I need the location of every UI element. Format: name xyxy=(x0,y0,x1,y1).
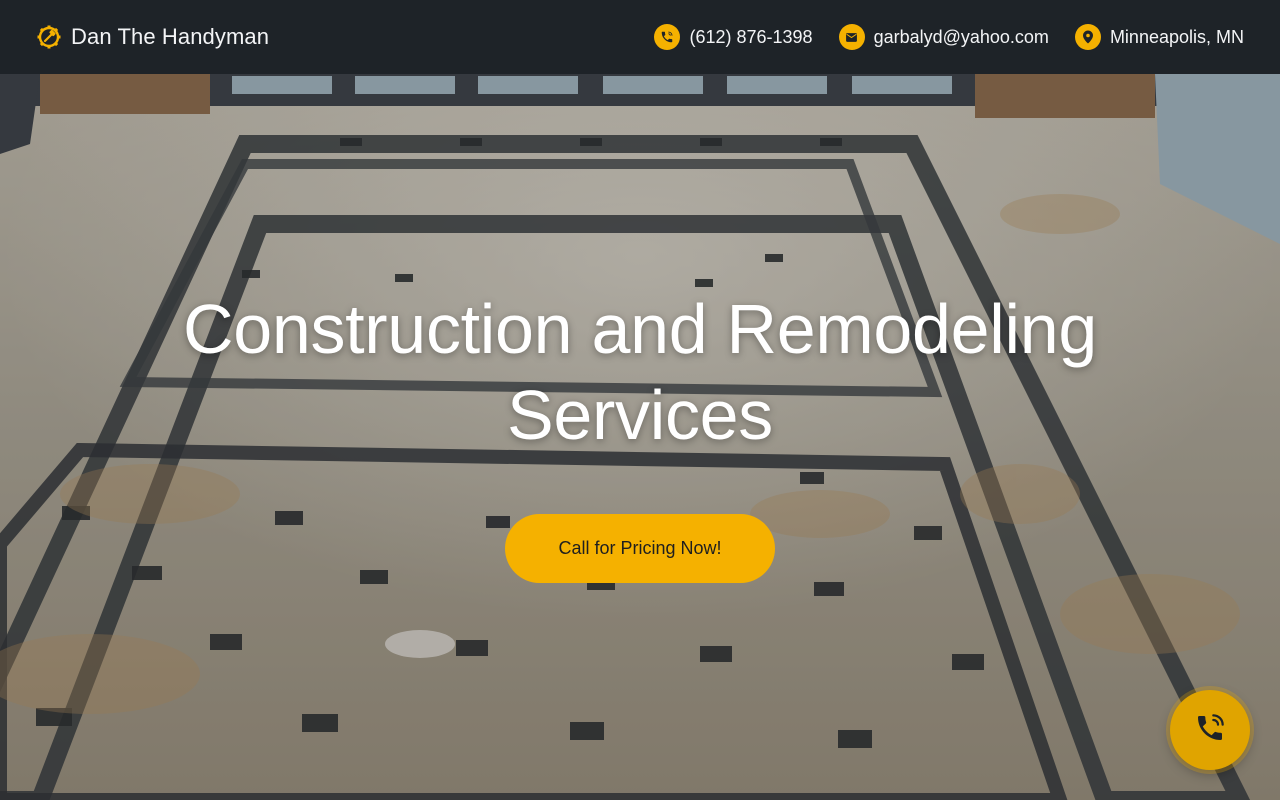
location-text: Minneapolis, MN xyxy=(1109,26,1244,47)
map-pin-icon xyxy=(1074,24,1101,50)
location-link[interactable]: Minneapolis, MN xyxy=(1074,24,1244,50)
floating-call-button[interactable] xyxy=(1170,690,1250,770)
phone-number: (612) 876-1398 xyxy=(689,26,813,47)
site-header: Dan The Handyman (612) 876-1398 garbalyd… xyxy=(0,0,1280,74)
mail-icon xyxy=(838,24,865,50)
hero-section: Construction and Remodeling Services Cal… xyxy=(0,74,1280,800)
contact-bar: (612) 876-1398 garbalyd@yahoo.com Minnea… xyxy=(654,24,1244,50)
hero-content: Construction and Remodeling Services Cal… xyxy=(0,286,1280,583)
call-for-pricing-button[interactable]: Call for Pricing Now! xyxy=(505,514,775,583)
phone-link[interactable]: (612) 876-1398 xyxy=(654,24,813,50)
email-address: garbalyd@yahoo.com xyxy=(873,26,1049,47)
gear-hammer-icon xyxy=(36,24,62,50)
email-link[interactable]: garbalyd@yahoo.com xyxy=(838,24,1049,50)
phone-icon xyxy=(654,24,681,50)
phone-ringing-icon xyxy=(1194,712,1226,749)
brand[interactable]: Dan The Handyman xyxy=(36,24,269,50)
hero-title: Construction and Remodeling Services xyxy=(182,290,1098,454)
brand-name: Dan The Handyman xyxy=(71,24,270,49)
